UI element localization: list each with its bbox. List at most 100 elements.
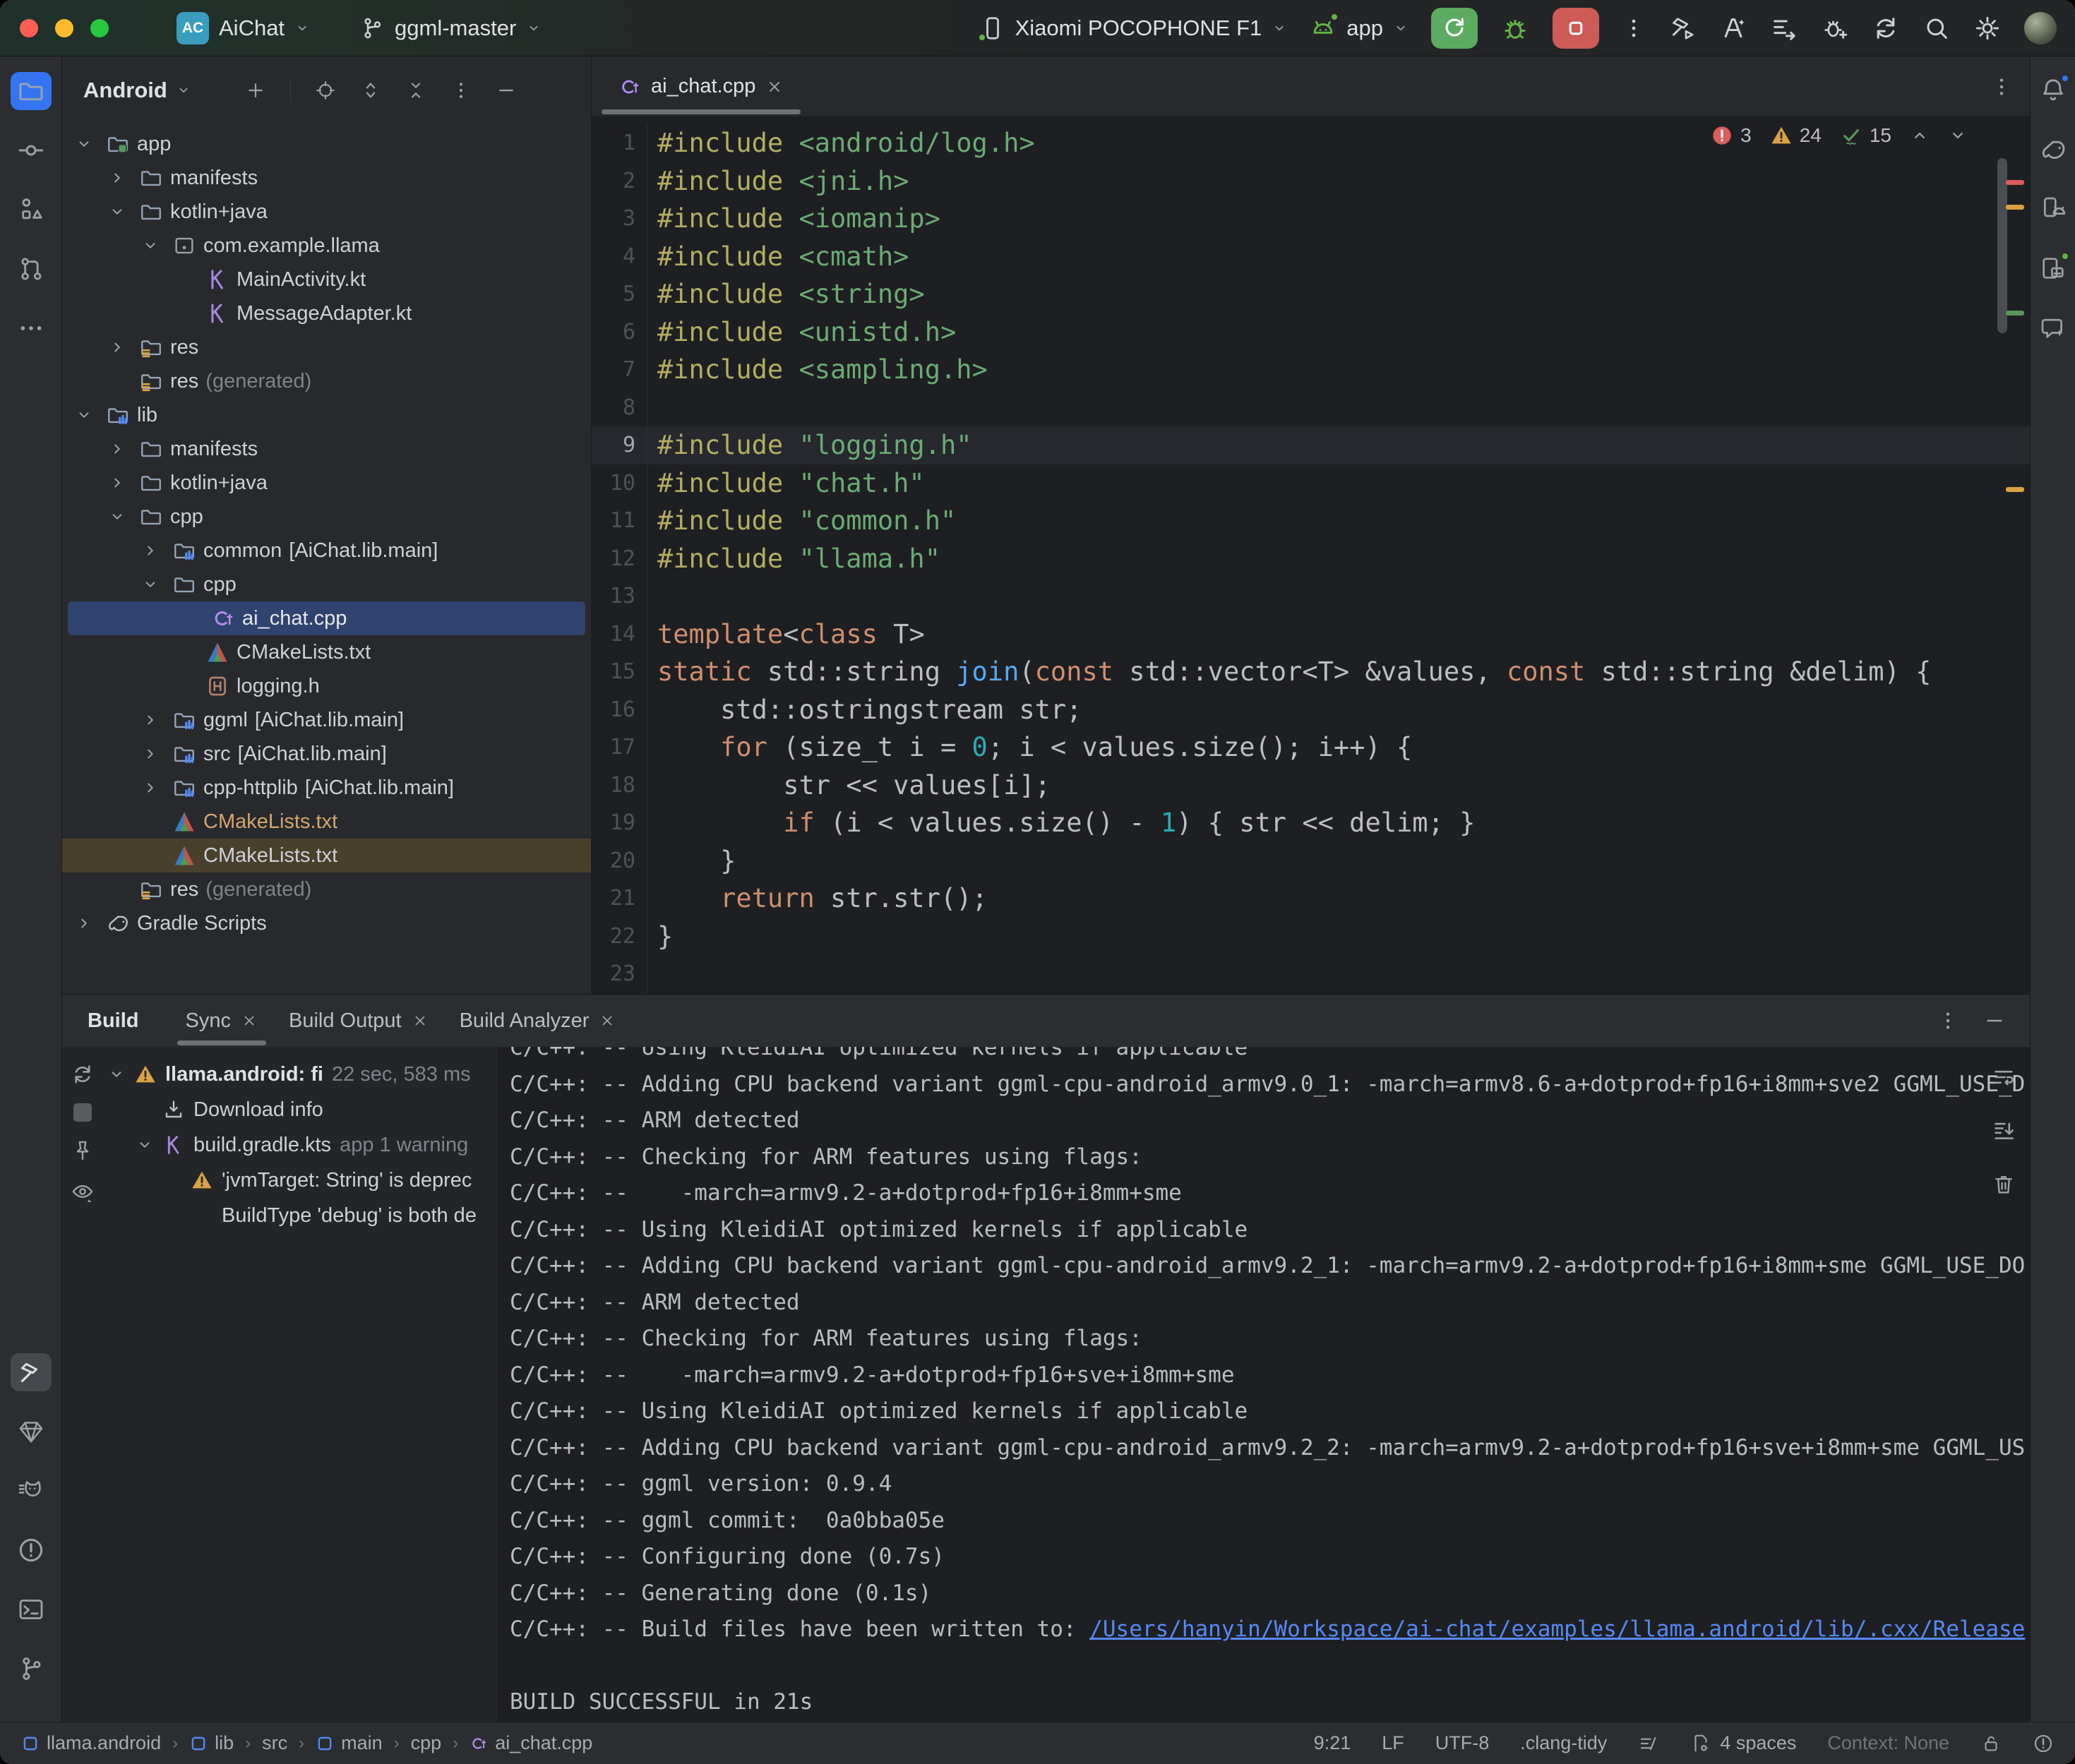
code-line[interactable]: 20 } [592,842,2030,880]
tree-item[interactable]: res(generated) [62,872,591,906]
tree-item[interactable]: src[AiChat.lib.main] [62,737,591,771]
breadcrumb-module[interactable]: llama.android [21,1732,161,1754]
tree-arrow-icon[interactable] [108,440,139,458]
breadcrumb-folder[interactable]: cpp [411,1732,442,1754]
lock-widget[interactable] [1980,1733,2002,1754]
error-stripe-mark[interactable] [2006,180,2024,185]
problems-tool-button[interactable] [11,1531,52,1569]
tree-arrow-icon[interactable] [141,541,172,560]
panel-options-kebab-icon[interactable] [450,80,472,101]
tree-item[interactable]: MainActivity.kt [62,263,591,296]
tree-item[interactable]: CMakeLists.txt [62,805,591,839]
editor-tab-ai-chat-cpp[interactable]: ai_chat.cpp [597,56,805,116]
tree-item[interactable]: res [62,330,591,364]
tree-item[interactable]: Gradle Scripts [62,906,591,940]
tree-item[interactable]: lib [62,398,591,432]
error-stripe-mark[interactable] [2006,487,2024,492]
tree-arrow-icon[interactable] [75,406,106,424]
build-tree-item[interactable]: Download info [103,1092,498,1127]
tree-arrow-icon[interactable] [141,711,172,729]
pull-requests-tool-button[interactable] [11,250,52,288]
terminal-tool-button[interactable] [11,1590,52,1628]
tree-item[interactable]: manifests [62,161,591,195]
breadcrumb-module[interactable]: lib [189,1732,234,1754]
tab-build-output[interactable]: Build Output [273,995,444,1047]
gradle-sync-icon[interactable] [1872,14,1900,42]
tree-arrow-icon[interactable] [141,745,172,763]
code-line[interactable]: 18 str << values[i]; [592,767,2030,805]
code-line[interactable]: 6#include <unistd.h> [592,313,2030,352]
version-control-tool-button[interactable] [11,1650,52,1688]
close-tab-icon[interactable] [241,1012,258,1029]
running-devices-tool-button[interactable] [2039,254,2067,282]
collapse-all-icon[interactable] [405,80,426,101]
inspections-widget[interactable]: 3 24 15 [1711,124,1968,147]
device-manager-tool-button[interactable] [2039,195,2067,223]
caret-position[interactable]: 9:21 [1314,1732,1351,1754]
tree-arrow-icon[interactable] [108,169,139,187]
hide-panel-icon[interactable] [496,80,517,101]
editor-scrollbar[interactable] [1997,158,2007,333]
tree-item[interactable]: kotlin+java [62,195,591,229]
run-configuration-selector[interactable]: app [1310,15,1409,42]
tree-item[interactable]: cpp-httplib[AiChat.lib.main] [62,771,591,805]
tree-item[interactable]: res(generated) [62,364,591,398]
chevron-down-icon[interactable] [176,83,191,98]
notifications-button[interactable] [2039,76,2067,104]
code-line[interactable]: 5#include <string> [592,275,2030,313]
project-tool-button[interactable] [11,72,52,110]
code-line[interactable]: 11#include "common.h" [592,502,2030,540]
build-tree-item[interactable]: llama.android: fi22 sec, 583 ms [103,1057,498,1092]
tree-arrow-icon[interactable] [108,474,139,492]
settings-gear-icon[interactable] [1973,14,2002,42]
locate-file-icon[interactable] [315,80,336,101]
tree-item[interactable]: kotlin+java [62,466,591,500]
gradle-tool-button[interactable] [2039,136,2067,164]
close-window-button[interactable] [20,19,38,37]
more-actions-kebab-icon[interactable] [1622,16,1646,40]
device-selector[interactable]: Xiaomi POCOPHONE F1 [980,16,1288,41]
code-line[interactable]: 4#include <cmath> [592,238,2030,276]
close-tab-icon[interactable] [765,78,784,96]
expand-all-icon[interactable] [360,80,381,101]
tree-item[interactable]: ai_chat.cpp [68,601,585,635]
sync-console[interactable]: C/C++: -- Using KleidiAI optimized kerne… [498,1047,2030,1722]
scroll-to-end-icon[interactable] [1992,1119,2016,1143]
context-widget[interactable]: Context: None [1827,1732,1949,1754]
more-tool-windows-button[interactable] [11,309,52,347]
code-line[interactable]: 21 return str.str(); [592,880,2030,918]
tree-arrow-icon[interactable] [141,575,172,594]
user-avatar[interactable] [2024,12,2057,44]
build-tree-item[interactable]: BuildType 'debug' is both de [103,1198,498,1233]
tab-sync[interactable]: Sync [170,995,273,1047]
inspections-widget[interactable] [2033,1733,2054,1754]
attach-debugger-icon[interactable] [1821,14,1849,42]
zoom-window-button[interactable] [90,19,109,37]
filter-eye-icon[interactable] [71,1180,95,1204]
code-line[interactable]: 7#include <sampling.h> [592,351,2030,389]
code-style-config[interactable]: .clang-tidy [1520,1732,1607,1754]
gemini-tool-button[interactable] [2039,313,2067,342]
tree-item[interactable]: common[AiChat.lib.main] [62,534,591,568]
tree-item[interactable]: cpp [62,500,591,534]
debug-button[interactable] [1500,13,1530,43]
stop-sync-icon[interactable] [73,1103,92,1122]
errors-count[interactable]: 3 [1711,124,1752,147]
panel-options-kebab-icon[interactable] [1937,1009,1959,1032]
project-view-selector[interactable]: Android [83,78,167,103]
tree-item[interactable]: logging.h [62,669,591,703]
build-icon[interactable] [1668,14,1697,42]
code-line[interactable]: 19 if (i < values.size() - 1) { str << d… [592,804,2030,842]
code-line[interactable]: 3#include <iomanip> [592,200,2030,238]
editor-options-kebab-icon[interactable] [1990,76,2013,98]
vcs-branch-widget[interactable]: ggml-master [359,16,542,41]
build-tool-button[interactable] [11,1353,52,1391]
tree-item[interactable]: CMakeLists.txt [62,635,591,669]
breadcrumb-module[interactable]: main [316,1732,383,1754]
warnings-count[interactable]: 24 [1770,124,1822,147]
stop-button[interactable] [1553,8,1599,49]
code-line[interactable]: 23 [592,955,2030,993]
build-tree-item[interactable]: build.gradle.ktsapp 1 warning [103,1127,498,1163]
tree-arrow-icon[interactable] [108,508,139,526]
code-line[interactable]: 22} [592,918,2030,956]
